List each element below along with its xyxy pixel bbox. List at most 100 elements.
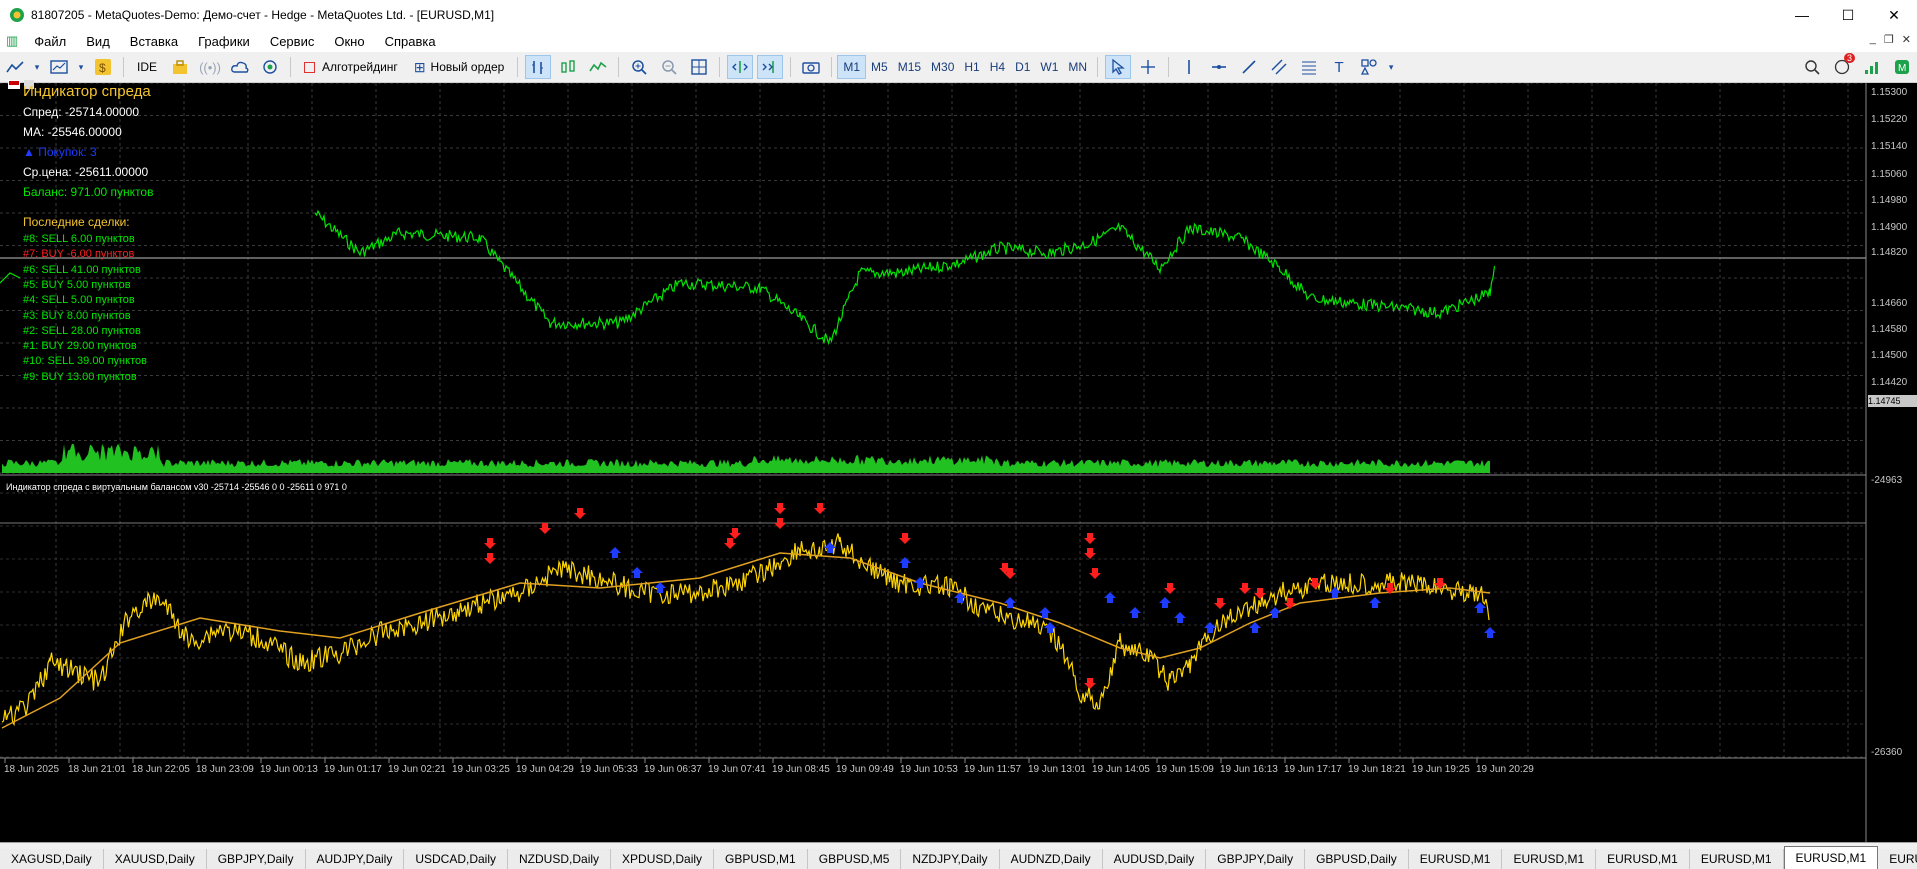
timeframe-m5[interactable]: M5 — [866, 55, 893, 79]
horizontal-line-icon[interactable] — [1206, 55, 1232, 79]
symbol-tab[interactable]: AUDUSD,Daily — [1102, 849, 1207, 869]
symbol-tab[interactable]: GBPUSD,M5 — [807, 849, 902, 869]
timeframe-h4[interactable]: H4 — [985, 55, 1010, 79]
community-icon[interactable]: M — [1889, 55, 1915, 79]
main-toolbar: ▾ ▾ $ IDE ((•)) Алготрейдинг ⊞ Новый орд… — [0, 52, 1917, 83]
candlestick-icon[interactable] — [555, 55, 581, 79]
trade-item: #5: BUY 5.00 пунктов — [23, 278, 131, 291]
symbol-tab[interactable]: XAUUSD,Daily — [103, 849, 207, 869]
child-minimize-icon[interactable]: _ — [1870, 33, 1876, 46]
child-restore-icon[interactable]: ❐ — [1884, 33, 1894, 46]
svg-text:$: $ — [99, 61, 106, 75]
menu-charts[interactable]: Графики — [188, 34, 260, 49]
algotrading-label: Алготрейдинг — [322, 60, 398, 74]
symbol-tab[interactable]: EURUSD,M1 — [1878, 849, 1917, 869]
notifications-icon[interactable]: 3 — [1829, 53, 1855, 79]
new-order-button[interactable]: ⊞ Новый ордер — [408, 55, 511, 79]
menu-help[interactable]: Справка — [375, 34, 446, 49]
ide-button[interactable]: IDE — [131, 55, 163, 79]
timeframe-m30[interactable]: M30 — [926, 55, 959, 79]
symbol-tab[interactable]: NZDJPY,Daily — [901, 849, 1000, 869]
indicators-icon[interactable] — [2, 55, 28, 79]
vps-icon[interactable] — [257, 55, 283, 79]
auto-scroll-icon[interactable] — [727, 55, 754, 79]
timeframe-w1[interactable]: W1 — [1035, 55, 1063, 79]
symbol-tab[interactable]: XAGUSD,Daily — [0, 849, 104, 869]
timeframe-m1[interactable]: M1 — [837, 55, 867, 79]
minimize-button[interactable]: — — [1779, 0, 1825, 30]
crosshair-icon[interactable] — [1135, 55, 1161, 79]
text-tool-icon[interactable]: T — [1326, 55, 1352, 79]
symbol-tab[interactable]: GBPUSD,M1 — [714, 849, 808, 869]
zoom-out-icon[interactable] — [656, 55, 682, 79]
symbol-tab[interactable]: USDCAD,Daily — [404, 849, 509, 869]
briefcase-icon[interactable] — [167, 55, 193, 79]
price-axis-label: 1.15300 — [1871, 87, 1908, 98]
menu-file[interactable]: Файл — [24, 34, 76, 49]
symbol-tab[interactable]: EURUSD,M1 — [1596, 849, 1690, 869]
price-line-fragment — [0, 272, 21, 284]
shapes-icon[interactable] — [1356, 55, 1382, 79]
symbol-tab[interactable]: EURUSD,M1 — [1502, 849, 1597, 869]
signal-icon[interactable]: ((•)) — [197, 55, 223, 79]
symbol-tab[interactable]: AUDJPY,Daily — [305, 849, 405, 869]
search-icon[interactable] — [1799, 55, 1825, 79]
time-axis-label: 19 Jun 07:41 — [708, 764, 766, 775]
sell-arrow-icon — [1214, 598, 1226, 609]
cloud-icon[interactable] — [227, 55, 253, 79]
symbol-tab[interactable]: GBPJPY,Daily — [1206, 849, 1306, 869]
symbol-tab[interactable]: EURUSD,M1 — [1408, 849, 1503, 869]
timeframe-d1[interactable]: D1 — [1010, 55, 1035, 79]
app-logo-icon — [9, 7, 25, 23]
symbol-tab[interactable]: NZDUSD,Daily — [508, 849, 612, 869]
chart-canvas[interactable]: 1.15300 1.15220 1.15140 1.15060 1.14980 1.149… — [0, 83, 1917, 842]
vertical-line-icon[interactable] — [1176, 55, 1202, 79]
toolbar-separator — [290, 57, 292, 77]
line-chart-icon[interactable] — [585, 55, 611, 79]
zoom-in-icon[interactable] — [626, 55, 652, 79]
algotrading-button[interactable]: Алготрейдинг — [298, 55, 404, 79]
symbol-tab[interactable]: XPDUSD,Daily — [611, 849, 715, 869]
chart-shift-icon[interactable] — [757, 55, 784, 79]
toolbar-separator — [517, 57, 519, 77]
close-button[interactable]: ✕ — [1871, 0, 1917, 30]
price-axis-label: 1.14420 — [1871, 377, 1908, 388]
market-icon[interactable]: $ — [90, 55, 116, 79]
channel-icon[interactable] — [1266, 55, 1292, 79]
chevron-down-icon[interactable]: ▾ — [32, 55, 42, 79]
chevron-down-icon[interactable]: ▾ — [76, 55, 86, 79]
trendline-icon[interactable] — [1236, 55, 1262, 79]
menu-insert[interactable]: Вставка — [120, 34, 188, 49]
app-menu-icon[interactable]: ▥ — [0, 33, 24, 49]
cursor-icon[interactable] — [1105, 55, 1132, 79]
fibonacci-icon[interactable] — [1296, 55, 1322, 79]
trade-item: #2: SELL 28.00 пунктов — [23, 324, 141, 337]
bar-chart-icon[interactable] — [525, 55, 552, 79]
symbol-tab[interactable]: GBPJPY,Daily — [206, 849, 306, 869]
sell-arrow-icon — [574, 508, 586, 519]
maximize-button[interactable]: ☐ — [1825, 0, 1871, 30]
menu-view[interactable]: Вид — [76, 34, 120, 49]
time-axis-label: 19 Jun 03:25 — [452, 764, 510, 775]
menu-window[interactable]: Окно — [324, 34, 374, 49]
child-close-icon[interactable]: ✕ — [1902, 33, 1911, 46]
symbol-tab[interactable]: EURUSD,M1 — [1689, 849, 1784, 869]
grid-icon[interactable] — [686, 55, 712, 79]
signal-strength-icon[interactable] — [1859, 55, 1885, 79]
time-axis-label: 18 Jun 21:01 — [68, 764, 126, 775]
chart-window[interactable]: 1.15300 1.15220 1.15140 1.15060 1.14980 1.149… — [0, 80, 1917, 842]
sell-arrow-icon — [1084, 533, 1096, 544]
chart-window-icon[interactable] — [46, 55, 72, 79]
timeframe-mn[interactable]: MN — [1063, 55, 1092, 79]
symbol-tab[interactable]: EURUSD,M1 — [1783, 846, 1879, 869]
notifications-badge: 3 — [1843, 53, 1855, 63]
chevron-down-icon[interactable]: ▾ — [1386, 55, 1396, 79]
symbol-tab[interactable]: GBPUSD,Daily — [1305, 849, 1409, 869]
timeframe-h1[interactable]: H1 — [959, 55, 984, 79]
timeframe-m15[interactable]: M15 — [893, 55, 926, 79]
buy-arrow-icon — [1369, 597, 1381, 608]
symbol-tab[interactable]: AUDNZD,Daily — [999, 849, 1103, 869]
screenshot-icon[interactable] — [798, 55, 824, 79]
trade-item: #1: BUY 29.00 пунктов — [23, 340, 137, 353]
menu-service[interactable]: Сервис — [260, 34, 325, 49]
